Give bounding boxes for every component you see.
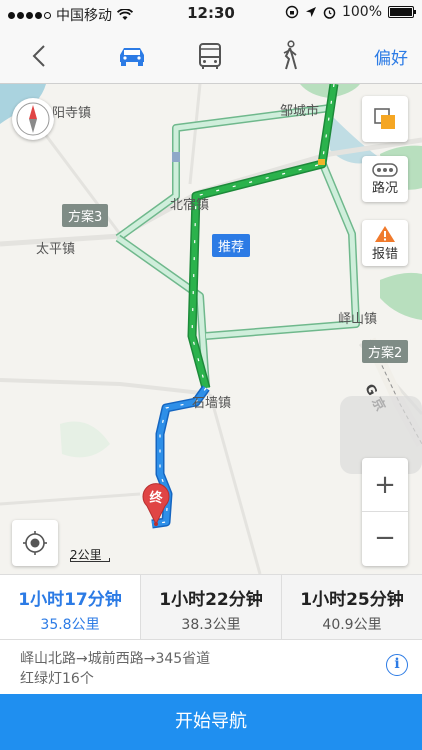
route-distance: 40.9公里 [322, 617, 382, 633]
mode-car-button[interactable] [112, 38, 152, 74]
chevron-left-icon [32, 45, 45, 67]
info-button[interactable]: i [386, 654, 408, 676]
route-options: 1小时17分钟 35.8公里 1小时22分钟 38.3公里 1小时25分钟 40.9公里 [0, 574, 422, 640]
battery-icon [388, 6, 416, 18]
mode-bus-button[interactable] [190, 38, 230, 74]
layers-button[interactable] [362, 96, 408, 142]
info-icon: i [394, 656, 400, 672]
route-tag-plan2[interactable]: 方案2 [362, 340, 409, 363]
compass-icon [16, 102, 50, 136]
bus-icon [199, 43, 221, 69]
place-label: 阳寺镇 [52, 106, 92, 121]
route-time: 1小时17分钟 [18, 590, 122, 610]
end-marker-label: 终 [149, 491, 163, 506]
zoom-control: + − [362, 458, 408, 566]
location-arrow-icon [305, 7, 316, 17]
crosshair-icon [23, 531, 47, 555]
car-icon [120, 48, 144, 66]
status-bar: 中国移动 12:30 100% [0, 0, 422, 28]
destination-marker[interactable]: 终 [140, 480, 172, 526]
walk-icon [283, 40, 297, 70]
traffic-label: 路况 [371, 180, 398, 196]
zoom-out-button[interactable]: − [362, 512, 408, 566]
route-time: 1小时25分钟 [300, 590, 404, 610]
traffic-icon [372, 162, 398, 177]
place-label: 石墙镇 [192, 396, 232, 411]
alarm-icon [323, 6, 336, 19]
battery-percent: 100% [341, 4, 382, 20]
map-canvas [0, 84, 422, 574]
report-error-button[interactable]: 报错 [362, 220, 408, 266]
place-label: 太平镇 [36, 242, 76, 257]
report-label: 报错 [371, 246, 398, 262]
zoom-in-button[interactable]: + [362, 458, 408, 512]
mode-walk-button[interactable] [270, 38, 310, 74]
route-option[interactable]: 1小时17分钟 35.8公里 [0, 575, 141, 639]
traffic-lights-count: 红绿灯16个 [20, 671, 94, 687]
traffic-button[interactable]: 路况 [362, 156, 408, 202]
map-view[interactable]: 阳寺镇 邹城市 北宿镇 太平镇 峄山镇 石墙镇 G 京 方案3 推荐 方案2 终 [0, 84, 422, 574]
compass-button[interactable] [12, 98, 54, 140]
back-button[interactable] [22, 38, 58, 74]
nav-bar: 偏好 [0, 28, 422, 84]
map-scale: 2公里 [70, 544, 110, 562]
preference-button[interactable]: 偏好 [374, 44, 408, 69]
route-option[interactable]: 1小时22分钟 38.3公里 [141, 575, 282, 639]
place-label: 邹城市 [280, 104, 320, 119]
route-time: 1小时22分钟 [159, 590, 263, 610]
route-roads: 峄山北路→城前西路→345省道 [20, 651, 211, 667]
status-right: 100% [285, 4, 416, 20]
route-detail[interactable]: 峄山北路→城前西路→345省道 红绿灯16个 i [0, 640, 422, 694]
layers-icon [374, 108, 395, 129]
route-tag-plan3[interactable]: 方案3 [62, 204, 109, 227]
scale-bar [70, 558, 110, 562]
start-navigation-button[interactable]: 开始导航 [0, 694, 422, 750]
route-distance: 38.3公里 [181, 617, 241, 633]
route-tag-recommended[interactable]: 推荐 [212, 234, 251, 257]
locate-button[interactable] [12, 520, 58, 566]
place-label: 峄山镇 [338, 312, 378, 327]
place-label: 北宿镇 [170, 198, 210, 213]
rotation-lock-icon [285, 5, 299, 19]
warning-icon [375, 225, 395, 242]
route-option[interactable]: 1小时25分钟 40.9公里 [282, 575, 422, 639]
route-distance: 35.8公里 [40, 617, 100, 633]
